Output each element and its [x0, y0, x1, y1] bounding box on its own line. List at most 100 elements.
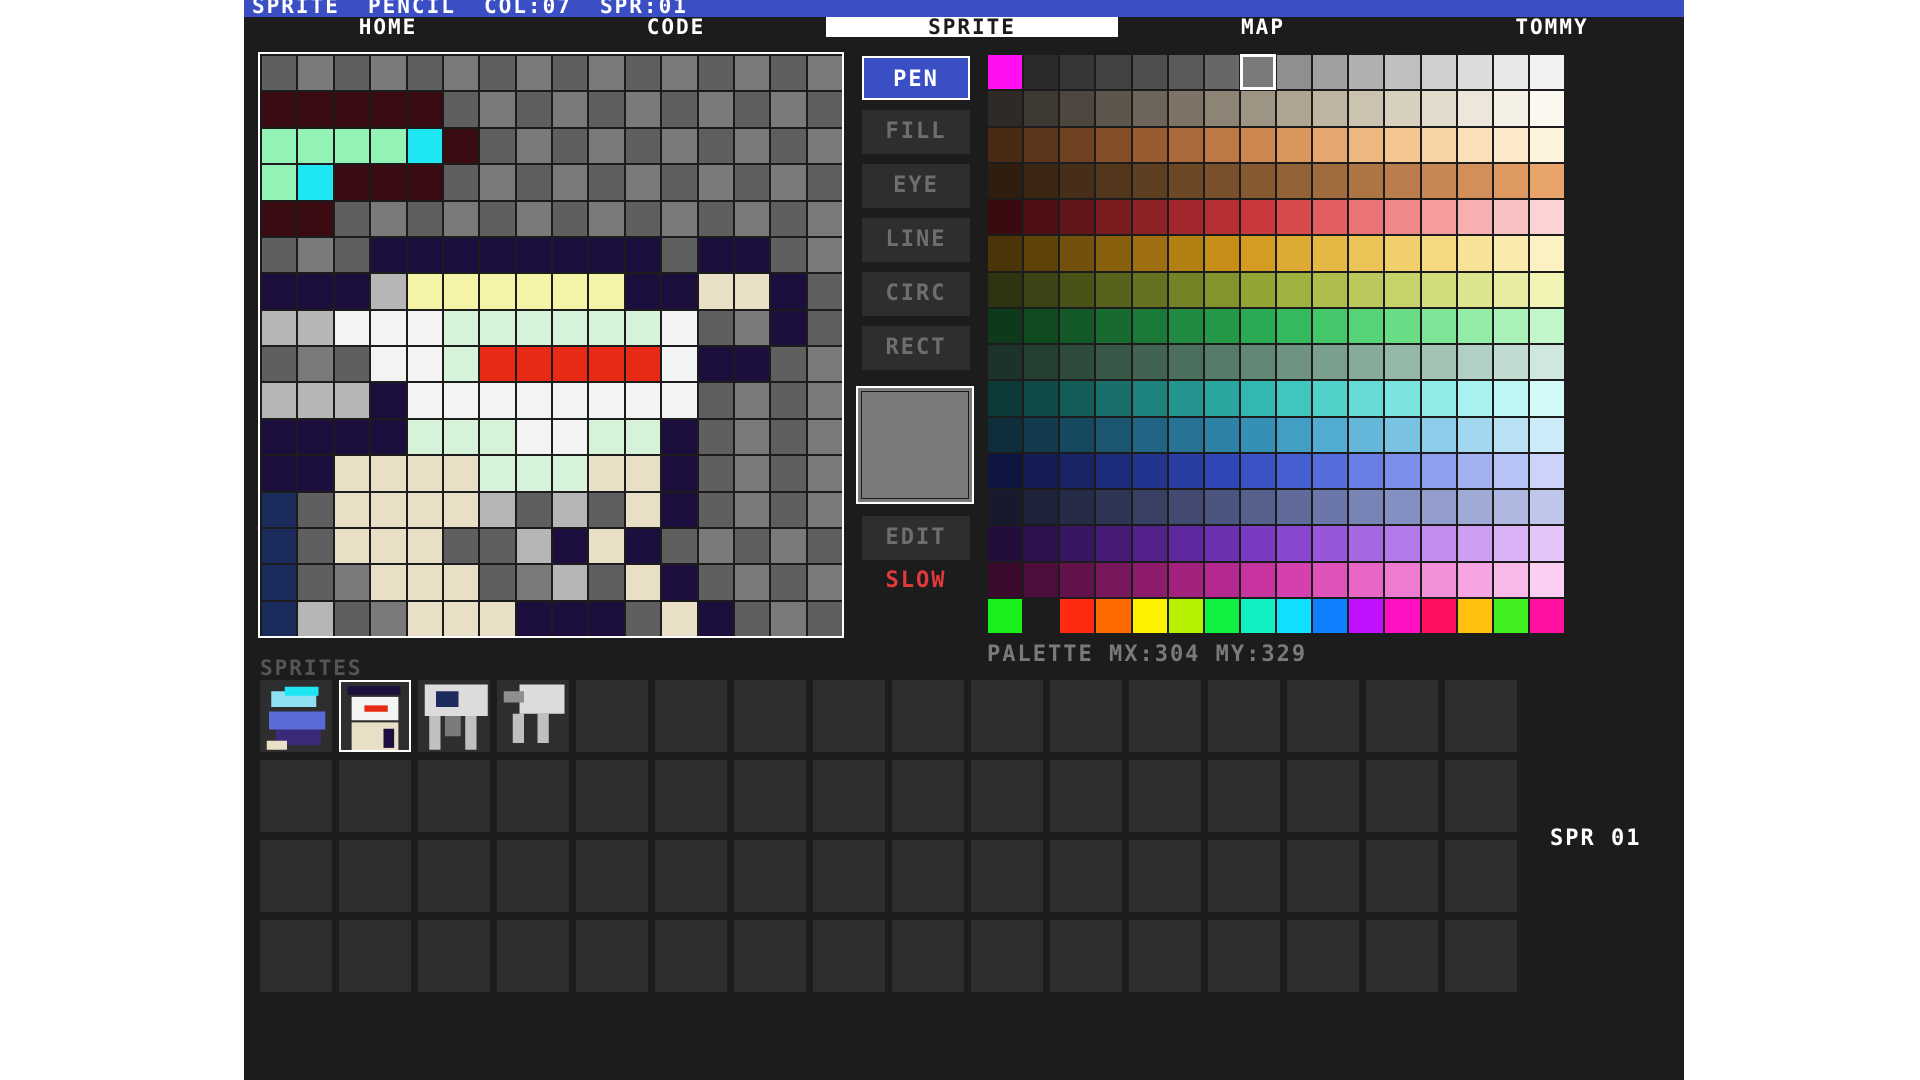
sprite-pixel[interactable] — [407, 383, 442, 418]
palette-swatch[interactable] — [1239, 525, 1276, 562]
sprite-pixel[interactable] — [480, 165, 515, 200]
palette-swatch[interactable] — [1095, 90, 1132, 127]
sprite-pixel[interactable] — [553, 128, 588, 164]
sprite-pixel[interactable] — [262, 201, 297, 236]
palette-swatch[interactable] — [1492, 525, 1529, 562]
palette-swatch[interactable] — [1312, 126, 1349, 163]
sprite-pixel[interactable] — [334, 456, 370, 491]
sprite-pixel[interactable] — [698, 274, 733, 309]
sprite-pixel[interactable] — [807, 383, 842, 418]
palette-swatch[interactable] — [1420, 452, 1457, 489]
sprite-pixel[interactable] — [480, 347, 515, 382]
palette-swatch[interactable] — [1384, 90, 1421, 127]
palette-swatch[interactable] — [1203, 235, 1240, 272]
palette-swatch[interactable] — [1023, 489, 1060, 526]
sprite-pixel[interactable] — [516, 237, 551, 273]
sprite-pixel[interactable] — [625, 528, 661, 564]
sprite-pixel[interactable] — [589, 492, 624, 527]
sprite-pixel[interactable] — [334, 565, 370, 600]
sprite-pixel[interactable] — [516, 92, 551, 127]
sprite-slot[interactable] — [576, 920, 648, 992]
palette-swatch[interactable] — [1131, 199, 1168, 236]
palette-swatch[interactable] — [1167, 307, 1204, 344]
sprite-slot[interactable] — [497, 760, 569, 832]
palette-swatch[interactable] — [1276, 307, 1313, 344]
sprite-pixel[interactable] — [262, 456, 297, 491]
sprite-pixel[interactable] — [262, 347, 297, 382]
sprite-pixel[interactable] — [480, 528, 515, 564]
sprite-pixel[interactable] — [262, 92, 297, 127]
palette-swatch[interactable] — [1456, 271, 1493, 308]
sprite-pixel[interactable] — [262, 237, 297, 273]
palette-swatch[interactable] — [1312, 162, 1349, 199]
sprite-slot[interactable] — [813, 760, 885, 832]
palette-swatch[interactable] — [1384, 271, 1421, 308]
sprite-pixel[interactable] — [734, 92, 770, 127]
sprite-pixel[interactable] — [807, 347, 842, 382]
sprite-slot[interactable] — [576, 840, 648, 912]
sprite-pixel[interactable] — [625, 601, 661, 636]
palette-swatch[interactable] — [1456, 54, 1493, 91]
sprite-pixel[interactable] — [553, 492, 588, 527]
sprite-pixel[interactable] — [589, 128, 624, 164]
palette-swatch[interactable] — [1456, 344, 1493, 381]
palette-swatch[interactable] — [1095, 199, 1132, 236]
sprite-pixel[interactable] — [371, 274, 406, 309]
palette-swatch[interactable] — [1420, 489, 1457, 526]
palette-swatch[interactable] — [1312, 307, 1349, 344]
palette-swatch[interactable] — [1131, 54, 1168, 91]
sprite-pixel[interactable] — [480, 128, 515, 164]
sprite-pixel[interactable] — [334, 601, 370, 636]
sprite-pixel[interactable] — [698, 456, 733, 491]
sprite-pixel[interactable] — [771, 56, 806, 91]
sprite-slot[interactable] — [339, 920, 411, 992]
sprite-pixel[interactable] — [698, 128, 733, 164]
sprite-pixel[interactable] — [625, 201, 661, 236]
sprite-pixel[interactable] — [443, 92, 479, 127]
sprite-pixel[interactable] — [407, 237, 442, 273]
sprite-pixel[interactable] — [516, 383, 551, 418]
sprite-pixel[interactable] — [734, 456, 770, 491]
sprite-pixel[interactable] — [407, 274, 442, 309]
sprite-pixel[interactable] — [734, 347, 770, 382]
sprite-pixel[interactable] — [698, 347, 733, 382]
sprite-pixel[interactable] — [443, 237, 479, 273]
palette-swatch[interactable] — [1528, 416, 1565, 453]
sprite-pixel[interactable] — [516, 492, 551, 527]
palette-swatch[interactable] — [1167, 561, 1204, 598]
palette-swatch[interactable] — [1203, 199, 1240, 236]
sprite-slot[interactable] — [892, 680, 964, 752]
sprite-slot[interactable] — [576, 680, 648, 752]
palette-swatch[interactable] — [1203, 162, 1240, 199]
palette-swatch[interactable] — [1203, 271, 1240, 308]
palette-swatch[interactable] — [1095, 489, 1132, 526]
sprite-pixel[interactable] — [480, 383, 515, 418]
sprite-pixel[interactable] — [807, 456, 842, 491]
sprite-pixel[interactable] — [625, 347, 661, 382]
palette-swatch[interactable] — [1528, 489, 1565, 526]
sprite-pixel[interactable] — [734, 419, 770, 455]
palette-swatch[interactable] — [1492, 380, 1529, 417]
sprite-pixel[interactable] — [516, 128, 551, 164]
palette-swatch[interactable] — [1312, 271, 1349, 308]
palette-swatch[interactable] — [1312, 199, 1349, 236]
palette-swatch[interactable] — [1420, 561, 1457, 598]
sprite-pixel[interactable] — [298, 419, 333, 455]
palette-swatch[interactable] — [1276, 344, 1313, 381]
palette-swatch[interactable] — [1348, 90, 1385, 127]
palette-swatch[interactable] — [1276, 489, 1313, 526]
palette-swatch[interactable] — [1528, 525, 1565, 562]
sprite-pixel[interactable] — [807, 165, 842, 200]
palette-swatch[interactable] — [1059, 525, 1096, 562]
sprite-slot[interactable] — [655, 920, 727, 992]
sprite-pixel[interactable] — [443, 310, 479, 345]
sprite-pixel[interactable] — [771, 165, 806, 200]
sprite-pixel[interactable] — [662, 347, 697, 382]
sprite-pixel[interactable] — [589, 92, 624, 127]
palette-swatch[interactable] — [1131, 380, 1168, 417]
palette-swatch[interactable] — [1492, 54, 1529, 91]
sprite-pixel[interactable] — [771, 419, 806, 455]
palette-swatch[interactable] — [1456, 489, 1493, 526]
palette-swatch[interactable] — [1167, 597, 1204, 634]
sprite-pixel[interactable] — [734, 56, 770, 91]
